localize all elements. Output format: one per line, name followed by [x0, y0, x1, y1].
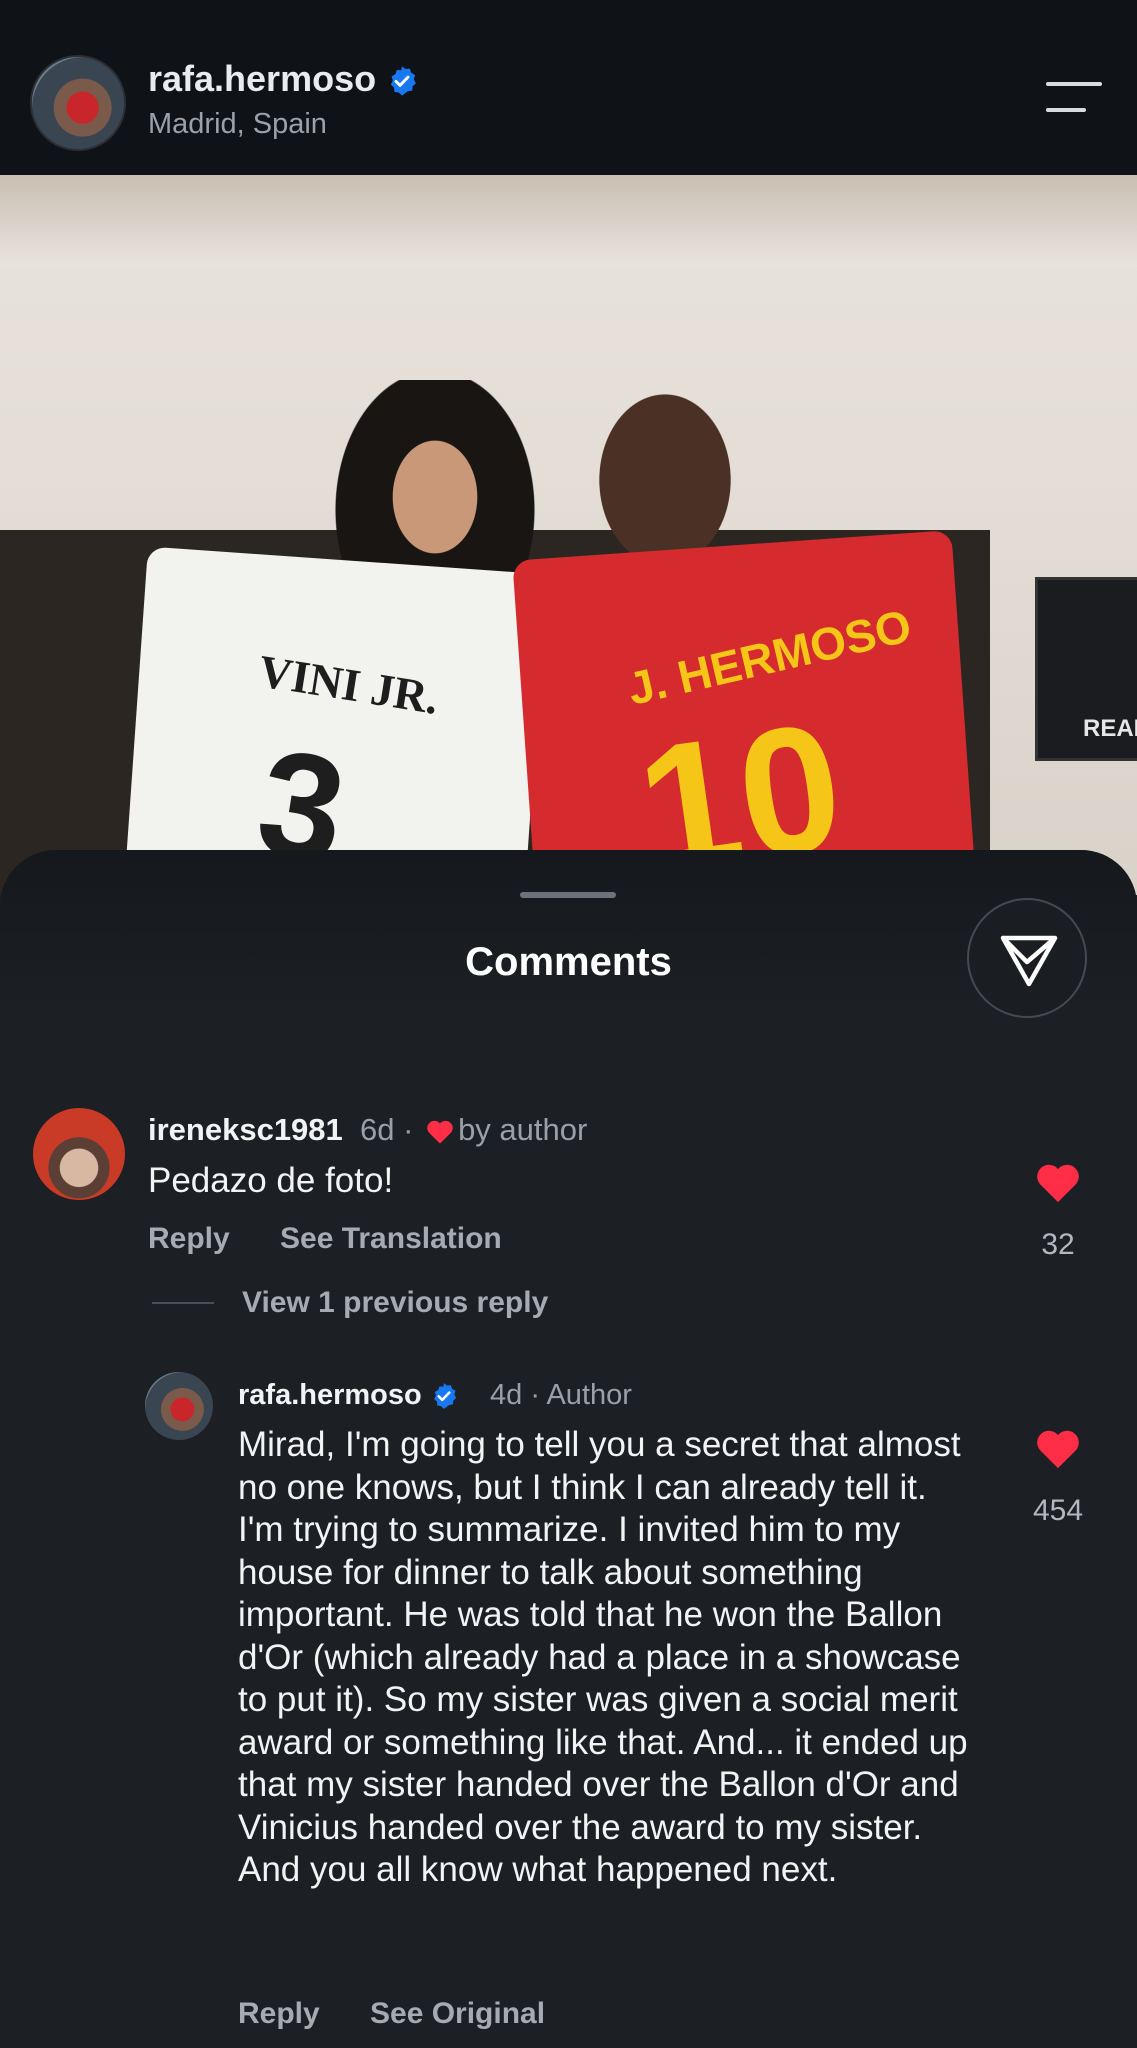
reply-button[interactable]: Reply — [148, 1222, 230, 1256]
author-liked-heart-icon — [427, 1120, 453, 1144]
post-photo[interactable]: REAL VINI JR. 3 J. HERMOSO 10 — [0, 175, 1137, 895]
like-count: 454 — [1032, 1494, 1084, 1527]
comment-text: Pedazo de foto! — [148, 1161, 394, 1200]
meta-separator: · — [530, 1379, 540, 1411]
post-location[interactable]: Madrid, Spain — [148, 108, 327, 141]
author-username[interactable]: rafa.hermoso — [148, 58, 418, 100]
author-avatar[interactable] — [30, 55, 126, 151]
verified-badge-icon — [390, 66, 416, 97]
reply-username[interactable]: rafa.hermoso — [238, 1379, 458, 1412]
see-translation-button[interactable]: See Translation — [280, 1222, 502, 1256]
meta-separator: · — [403, 1112, 414, 1147]
reply-avatar[interactable] — [145, 1372, 213, 1440]
sheet-grabber-handle[interactable] — [520, 892, 616, 898]
menu-icon[interactable] — [1046, 82, 1102, 116]
person-right — [590, 370, 740, 570]
share-button[interactable] — [967, 898, 1087, 1018]
author-username-text[interactable]: rafa.hermoso — [148, 58, 376, 99]
like-heart-icon[interactable] — [1035, 1428, 1081, 1470]
see-original-button[interactable]: See Original — [370, 1997, 545, 2031]
send-icon — [1000, 935, 1058, 987]
commenter-avatar[interactable] — [33, 1108, 125, 1200]
reply-meta: 4d · Author — [490, 1379, 632, 1412]
replies-divider — [152, 1302, 214, 1304]
view-replies-button[interactable]: View 1 previous reply — [242, 1286, 548, 1320]
frame-text: REAL — [1083, 715, 1137, 742]
reply-text: Mirad, I'm going to tell you a secret th… — [238, 1425, 968, 1889]
author-label: Author — [546, 1379, 632, 1411]
liked-by-author-text: by author — [458, 1112, 588, 1147]
comment-time: 6d — [360, 1112, 395, 1147]
reply-username-text[interactable]: rafa.hermoso — [238, 1379, 422, 1411]
reply-time: 4d — [490, 1379, 523, 1411]
like-count: 32 — [1041, 1228, 1075, 1261]
comment-meta: 6d · by author — [360, 1112, 587, 1148]
comment-username[interactable]: ireneksc1981 — [148, 1112, 343, 1148]
comments-sheet: Comments ireneksc1981 6d · by author Ped… — [0, 850, 1137, 2048]
verified-badge-icon — [433, 1383, 456, 1410]
like-heart-icon[interactable] — [1035, 1162, 1081, 1204]
post-header: rafa.hermoso Madrid, Spain — [0, 0, 1137, 175]
reply-button[interactable]: Reply — [238, 1997, 320, 2031]
